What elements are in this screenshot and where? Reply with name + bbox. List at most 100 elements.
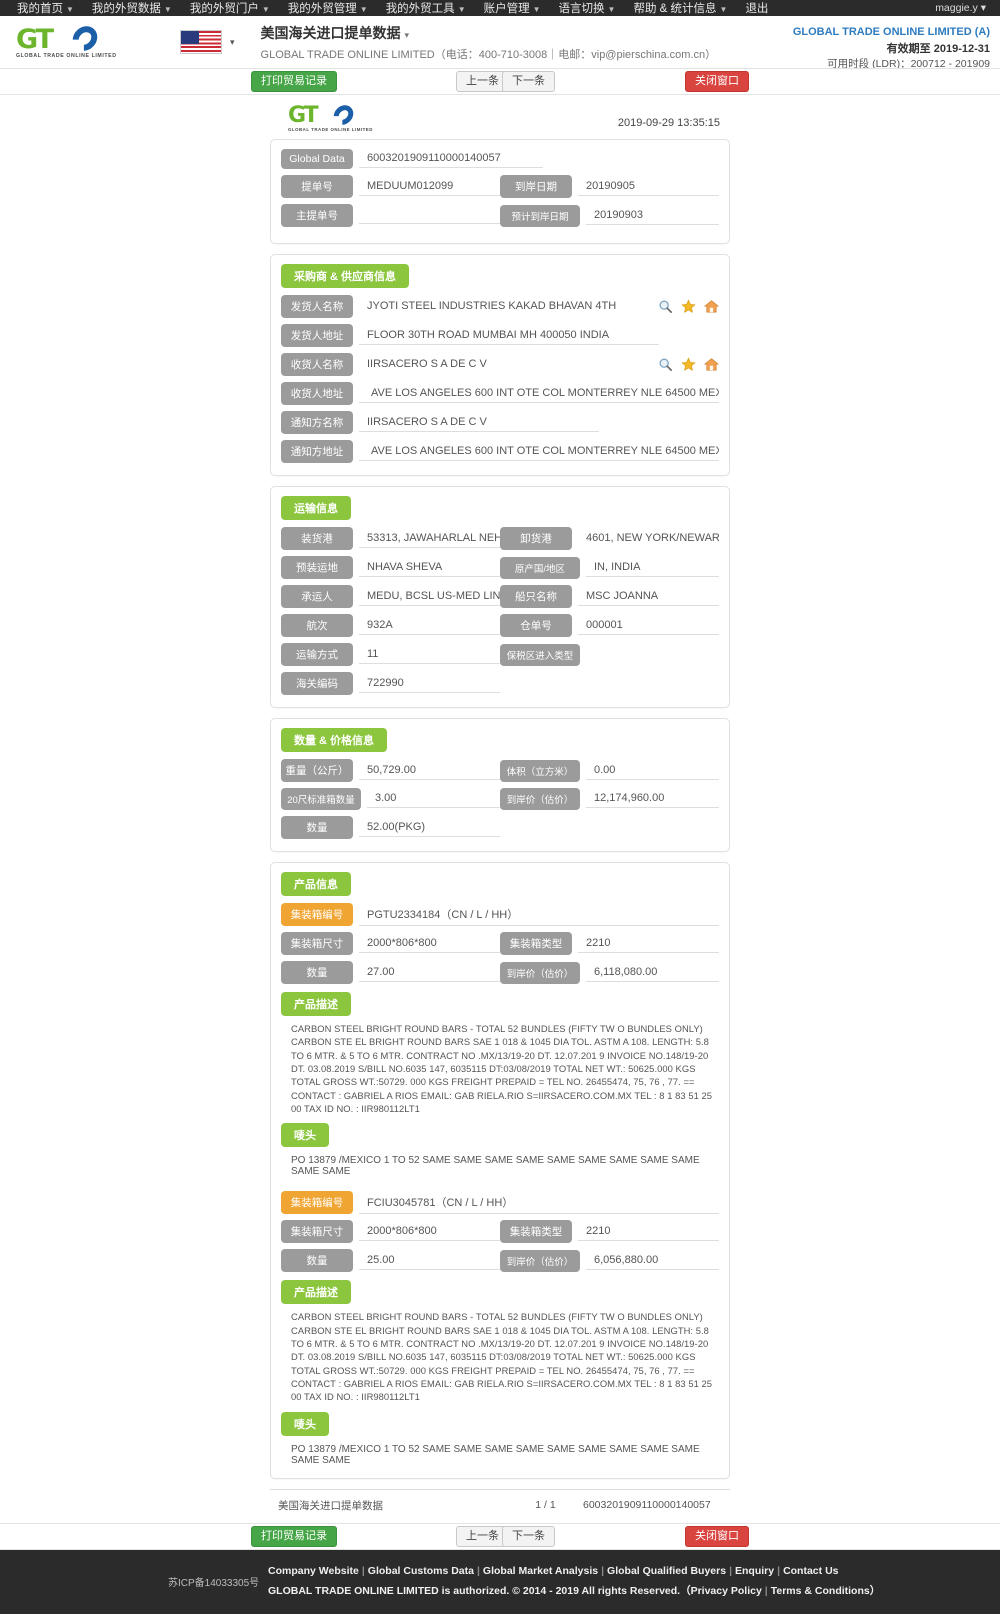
- nav-item-trade-data[interactable]: 我的外贸数据 ▼: [83, 0, 181, 16]
- nav-item-language-switch[interactable]: 语言切换 ▼: [550, 0, 625, 16]
- bill-of-lading-sheet: GT GLOBAL TRADE ONLINE LIMITED 2019-09-2…: [270, 95, 730, 1523]
- close-window-button[interactable]: 关闭窗口: [685, 70, 749, 93]
- chevron-down-icon: ▼: [359, 5, 368, 14]
- nav-item-help-stats[interactable]: 帮助 & 统计信息 ▼: [624, 0, 736, 16]
- star-icon[interactable]: [681, 357, 696, 372]
- star-icon[interactable]: [681, 299, 696, 314]
- logo-mark: GT: [16, 24, 54, 55]
- label-teu: 20尺标准箱数量: [281, 788, 361, 810]
- field-discharge-port: 卸货港 4601, NEW YORK/NEWARK AR: [500, 527, 719, 550]
- value-bonded-type: [586, 646, 719, 663]
- value-load-port: 53313, JAWAHARLAL NEHRU: [359, 530, 500, 548]
- row-teu: 20尺标准箱数量 3.00 到岸价（估价） 12,174,960.00: [281, 788, 719, 810]
- nav-item-logout[interactable]: 退出: [736, 0, 777, 16]
- footer-link-privacy-policy[interactable]: Privacy Policy: [691, 1585, 762, 1597]
- divider: |: [764, 1584, 768, 1597]
- row-container-no-2: 集装箱编号 FCIU3045781（CN / L / HH）: [281, 1191, 719, 1215]
- chevron-down-icon: ▾: [230, 36, 235, 47]
- value-voyage: 932A: [359, 617, 500, 635]
- nav-label: 我的外贸门户: [189, 3, 259, 15]
- country-selector[interactable]: ▾: [180, 30, 235, 54]
- row-global-data: Global Data 6003201909110000140057: [281, 149, 719, 169]
- label-load-port: 装货港: [281, 527, 353, 550]
- print-trade-record-button-bottom[interactable]: 打印贸易记录: [251, 1525, 337, 1547]
- home-icon[interactable]: [703, 357, 720, 372]
- search-icon[interactable]: [658, 357, 673, 372]
- field-container-cif-2: 到岸价（估价） 6,056,880.00: [500, 1249, 719, 1272]
- chevron-down-icon: ▾: [404, 29, 410, 40]
- row-ports: 装货港 53313, JAWAHARLAL NEHRU 卸货港 4601, NE…: [281, 527, 719, 550]
- close-window-button-bottom[interactable]: 关闭窗口: [685, 1525, 749, 1547]
- label-container-size: 集装箱尺寸: [281, 932, 353, 955]
- divider: |: [729, 1564, 733, 1577]
- footer-link-contact-us[interactable]: Contact Us: [783, 1565, 838, 1577]
- us-flag-icon: [180, 30, 222, 54]
- field-bonded-type: 保税区进入类型: [500, 643, 719, 666]
- gto-logo[interactable]: GT GLOBAL TRADE ONLINE LIMITED: [10, 21, 130, 62]
- row-origin: 预装运地 NHAVA SHEVA 原产国/地区 IN, INDIA: [281, 556, 719, 579]
- label-hs-code: 海关编码: [281, 672, 353, 695]
- nav-item-home[interactable]: 我的首页 ▼: [8, 0, 83, 16]
- value-vessel: MSC JOANNA: [578, 588, 719, 606]
- page-title[interactable]: 美国海关进口提单数据 ▾: [261, 23, 717, 43]
- field-container-no-1: 集装箱编号 PGTU2334184（CN / L / HH）: [281, 903, 719, 926]
- label-arrival-date: 到岸日期: [500, 175, 572, 198]
- label-quantity: 数量: [281, 816, 353, 839]
- nav-item-trade-management[interactable]: 我的外贸管理 ▼: [279, 0, 377, 16]
- logo-circle-icon: [67, 21, 103, 56]
- value-bl-no: MEDUUM012099: [359, 178, 500, 196]
- home-icon[interactable]: [703, 299, 720, 314]
- print-trade-record-button[interactable]: 打印贸易记录: [251, 70, 337, 93]
- next-record-button-bottom[interactable]: 下一条: [502, 1525, 555, 1547]
- label-notify-address: 通知方地址: [281, 440, 353, 463]
- value-container-no-1: PGTU2334184（CN / L / HH）: [359, 904, 719, 926]
- sheet-logo: GT GLOBAL TRADE ONLINE LIMITED: [284, 101, 380, 135]
- field-volume: 体积（立方米） 0.00: [500, 759, 719, 782]
- field-bl-no: 提单号 MEDUUM012099: [281, 175, 500, 198]
- row-container-qty-1: 数量 27.00 到岸价（估价） 6,118,080.00: [281, 961, 719, 984]
- value-pre-carriage: NHAVA SHEVA: [359, 559, 500, 577]
- nav-item-trade-tools[interactable]: 我的外贸工具 ▼: [377, 0, 475, 16]
- nav-label: 账户管理: [483, 3, 530, 15]
- footer-link-company-website[interactable]: Company Website: [268, 1565, 359, 1577]
- field-cif: 到岸价（估价） 12,174,960.00: [500, 788, 719, 810]
- footer-link-global-customs-data[interactable]: Global Customs Data: [368, 1565, 474, 1577]
- nav-item-trade-portal[interactable]: 我的外贸门户 ▼: [181, 0, 279, 16]
- row-container-qty-2: 数量 25.00 到岸价（估价） 6,056,880.00: [281, 1249, 719, 1273]
- field-container-type-2: 集装箱类型 2210: [500, 1220, 719, 1244]
- record-page: GT GLOBAL TRADE ONLINE LIMITED 2019-09-2…: [0, 95, 1000, 1523]
- field-notify-address: 通知方地址 AVE LOS ANGELES 600 INT OTE COL MO…: [281, 440, 719, 463]
- nav-label: 我的首页: [17, 3, 63, 15]
- nav-label: 我的外贸管理: [287, 3, 357, 15]
- search-icon[interactable]: [658, 299, 673, 314]
- chevron-down-icon: ▾: [980, 2, 986, 14]
- nav-item-account-management[interactable]: 账户管理 ▼: [475, 0, 550, 16]
- row-consignee-address: 收货人地址 AVE LOS ANGELES 600 INT OTE COL MO…: [281, 382, 719, 405]
- label-container-type: 集装箱类型: [500, 1220, 572, 1244]
- footer-links: Company Website | Global Customs Data | Glob…: [268, 1562, 880, 1582]
- product-card: 产品信息 集装箱编号 PGTU2334184（CN / L / HH） 集装箱尺…: [270, 862, 730, 1479]
- footer-link-global-market-analysis[interactable]: Global Market Analysis: [483, 1565, 598, 1577]
- account-info: GLOBAL TRADE ONLINE LIMITED (A) 有效期至 201…: [793, 24, 990, 73]
- next-record-button[interactable]: 下一条: [502, 70, 555, 93]
- divider: |: [601, 1564, 605, 1577]
- label-cif: 到岸价（估价）: [500, 788, 580, 810]
- consignee-actions: [652, 357, 720, 372]
- row-master-bl: 主提单号 预计到岸日期 20190903: [281, 204, 719, 227]
- sheet-footer-source: 美国海关进口提单数据: [278, 1499, 383, 1512]
- value-volume: 0.00: [586, 762, 719, 780]
- divider: |: [476, 1564, 480, 1577]
- label-container-size: 集装箱尺寸: [281, 1220, 353, 1244]
- label-container-qty: 数量: [281, 1249, 353, 1273]
- footer-link-terms-conditions[interactable]: Terms & Conditions: [771, 1585, 870, 1597]
- value-shipper-name: JYOTI STEEL INDUSTRIES KAKAD BHAVAN 4TH: [367, 300, 617, 312]
- page-title-text: 美国海关进口提单数据: [260, 24, 401, 41]
- label-container-cif: 到岸价（估价）: [500, 1249, 580, 1272]
- user-menu[interactable]: maggie.y ▾: [935, 2, 992, 14]
- value-container-qty-2: 25.00: [359, 1252, 500, 1270]
- field-teu: 20尺标准箱数量 3.00: [281, 788, 500, 810]
- logo-mark: GT: [288, 103, 319, 128]
- footer-link-global-qualified-buyers[interactable]: Global Qualified Buyers: [607, 1565, 726, 1577]
- value-notify-name: IIRSACERO S A DE C V: [359, 414, 599, 432]
- footer-link-enquiry[interactable]: Enquiry: [735, 1565, 774, 1577]
